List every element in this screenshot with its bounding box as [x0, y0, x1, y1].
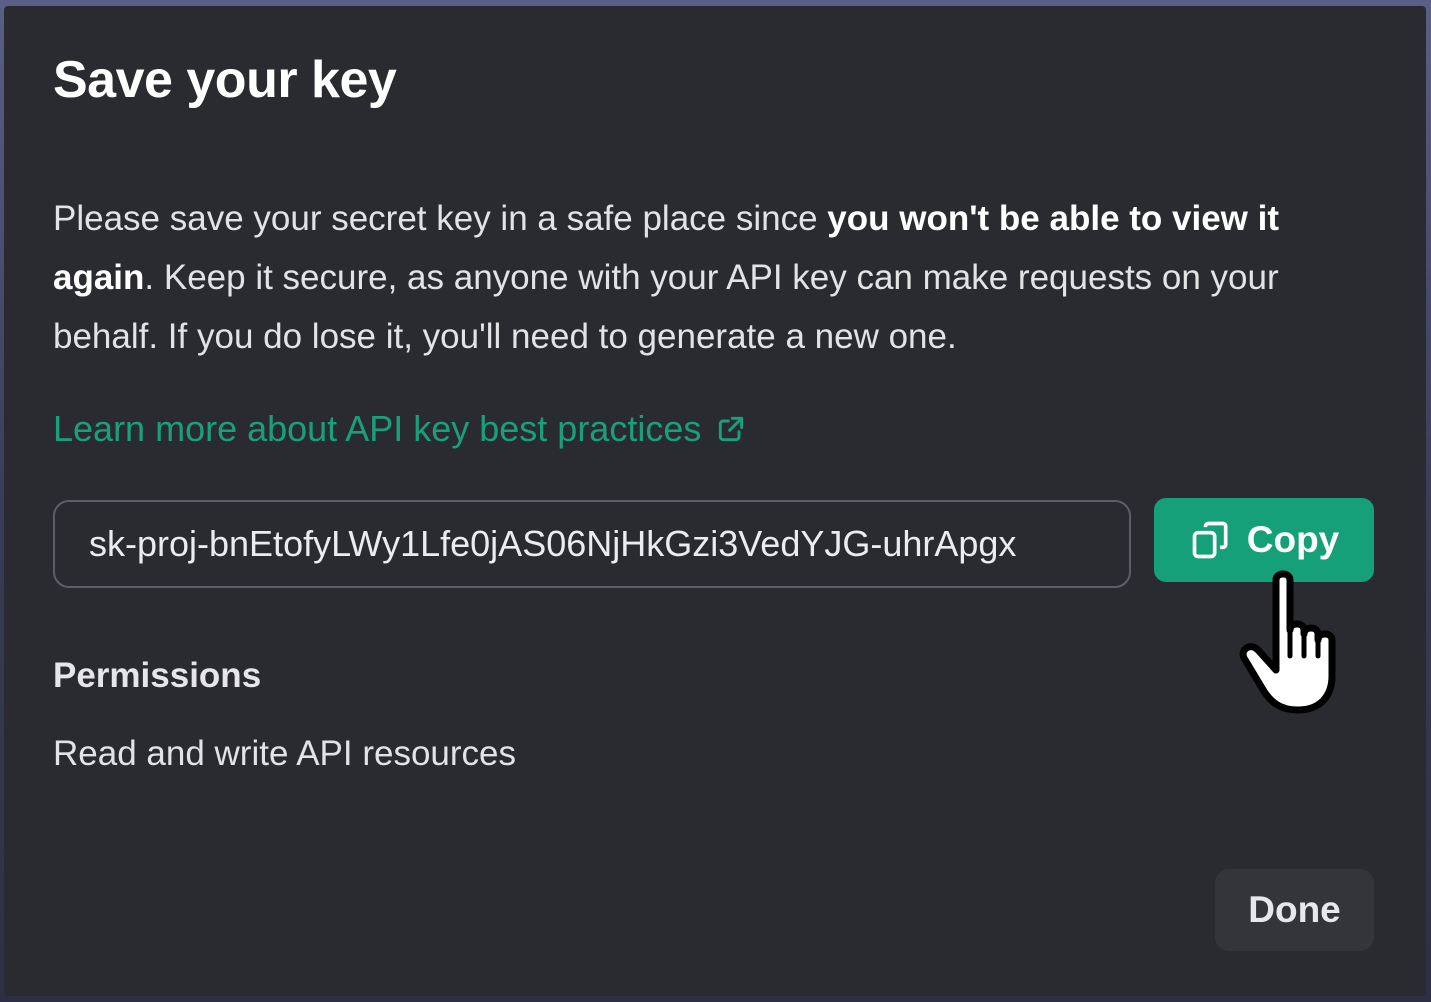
save-key-dialog: Save your key Please save your secret ke… — [4, 6, 1426, 996]
learn-more-link[interactable]: Learn more about API key best practices — [53, 408, 747, 450]
description-text-1: Please save your secret key in a safe pl… — [53, 199, 828, 238]
external-link-icon — [715, 413, 747, 445]
done-button[interactable]: Done — [1215, 869, 1374, 951]
description-text-2: . Keep it secure, as anyone with your AP… — [53, 258, 1279, 356]
copy-icon — [1189, 518, 1233, 562]
done-button-label: Done — [1248, 889, 1341, 930]
permissions-value: Read and write API resources — [53, 734, 517, 773]
copy-button-label: Copy — [1246, 519, 1340, 560]
learn-more-label: Learn more about API key best practices — [53, 408, 702, 449]
permissions-heading: Permissions — [53, 656, 262, 695]
api-key-field[interactable]: sk-proj-bnEtofyLWy1Lfe0jAS06NjHkGzi3VedY… — [53, 500, 1131, 588]
dialog-title: Save your key — [53, 51, 397, 109]
hand-pointer-cursor-icon — [1239, 570, 1336, 714]
dialog-description: Please save your secret key in a safe pl… — [53, 189, 1383, 366]
api-key-value[interactable]: sk-proj-bnEtofyLWy1Lfe0jAS06NjHkGzi3VedY… — [89, 523, 1095, 565]
